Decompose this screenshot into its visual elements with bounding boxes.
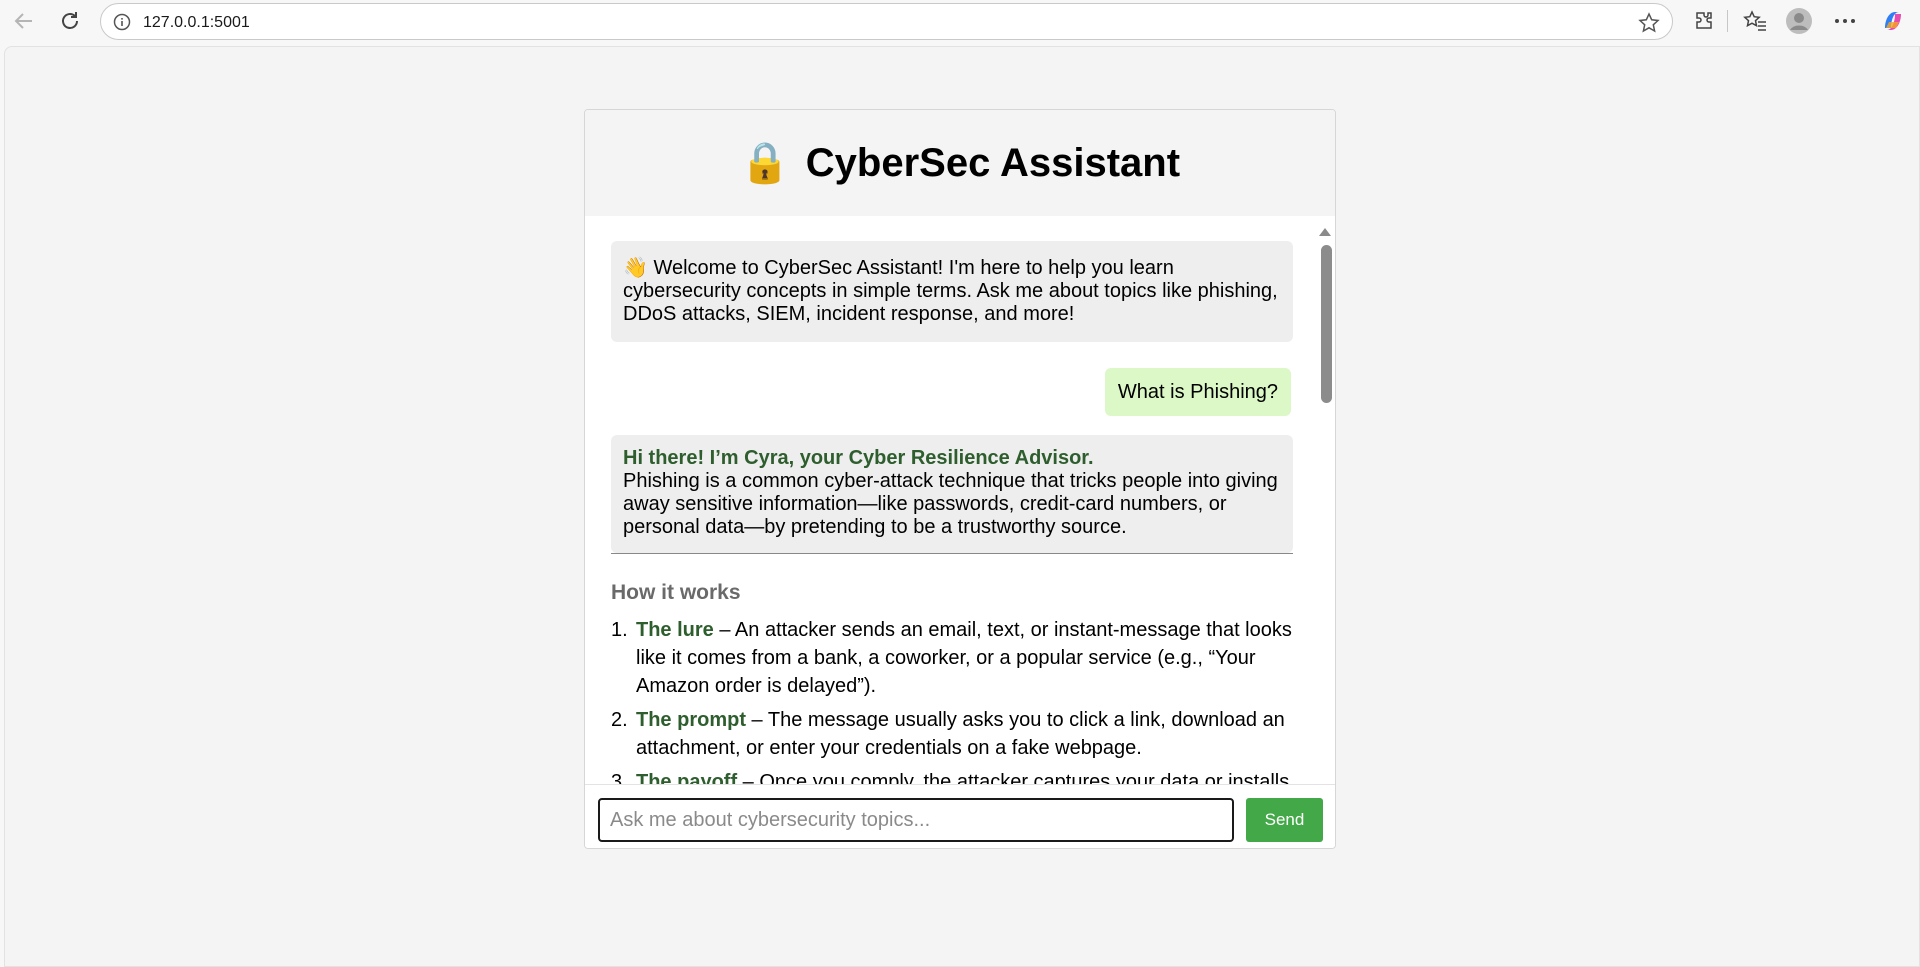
copilot-button[interactable] xyxy=(1880,8,1906,34)
address-bar[interactable]: 127.0.0.1:5001 xyxy=(100,3,1673,40)
step-key: The prompt xyxy=(636,709,746,731)
step-number: 2. xyxy=(611,709,628,731)
chat-card: 🔒 CyberSec Assistant 👋 Welcome to CyberS… xyxy=(584,109,1336,849)
profile-button[interactable] xyxy=(1786,8,1812,34)
chat-input-area: Send xyxy=(585,784,1335,848)
message-divider xyxy=(611,553,1293,554)
lock-icon: 🔒 xyxy=(739,141,790,185)
step-text: – An attacker sends an email, text, or i… xyxy=(636,619,1292,697)
favorites-button[interactable] xyxy=(1742,8,1768,34)
reload-icon xyxy=(62,12,78,29)
more-menu-button[interactable] xyxy=(1832,8,1858,34)
copilot-icon xyxy=(1885,12,1901,30)
reload-button[interactable] xyxy=(56,7,84,35)
list-item: 2. The prompt – The message usually asks… xyxy=(611,706,1301,762)
back-arrow-icon xyxy=(14,13,32,29)
extensions-button[interactable] xyxy=(1691,8,1717,34)
more-dots-icon xyxy=(1835,19,1855,23)
favorite-star-icon[interactable] xyxy=(1638,12,1660,34)
steps-list: 1. The lure – An attacker sends an email… xyxy=(611,616,1301,784)
chat-header: 🔒 CyberSec Assistant xyxy=(585,110,1335,216)
welcome-text: Welcome to CyberSec Assistant! I'm here … xyxy=(623,257,1278,325)
url-text[interactable]: 127.0.0.1:5001 xyxy=(143,14,250,32)
browser-toolbar: 127.0.0.1:5001 xyxy=(0,0,1920,42)
chat-input[interactable] xyxy=(598,798,1234,842)
user-message: What is Phishing? xyxy=(1104,368,1291,416)
avatar-icon xyxy=(1786,8,1812,34)
scrollbar-thumb[interactable] xyxy=(1321,245,1332,403)
step-number: 3. xyxy=(611,771,628,784)
list-item: 3. The payoff – Once you comply, the att… xyxy=(611,768,1301,784)
site-info-icon[interactable] xyxy=(113,13,131,31)
wave-icon: 👋 xyxy=(623,257,648,279)
puzzle-icon xyxy=(1696,12,1712,29)
message-list[interactable]: 👋 Welcome to CyberSec Assistant! I'm her… xyxy=(585,216,1335,784)
bot-greeting: Hi there! I’m Cyra, your Cyber Resilienc… xyxy=(623,447,1094,469)
section-title: How it works xyxy=(611,581,741,604)
send-button[interactable]: Send xyxy=(1246,798,1323,842)
list-item: 1. The lure – An attacker sends an email… xyxy=(611,616,1301,700)
back-button[interactable] xyxy=(10,7,38,35)
step-key: The payoff xyxy=(636,771,738,784)
scroll-up-arrow-icon[interactable] xyxy=(1319,228,1331,236)
welcome-message: 👋 Welcome to CyberSec Assistant! I'm her… xyxy=(611,241,1293,342)
user-message-text: What is Phishing? xyxy=(1117,381,1278,403)
step-number: 1. xyxy=(611,619,628,641)
bot-message: Hi there! I’m Cyra, your Cyber Resilienc… xyxy=(611,435,1293,553)
bot-answer-text: Phishing is a common cyber-attack techni… xyxy=(623,470,1278,538)
toolbar-divider xyxy=(1727,10,1728,32)
favorites-list-icon xyxy=(1743,10,1766,31)
step-key: The lure xyxy=(636,619,714,641)
page-title: CyberSec Assistant xyxy=(805,140,1181,185)
